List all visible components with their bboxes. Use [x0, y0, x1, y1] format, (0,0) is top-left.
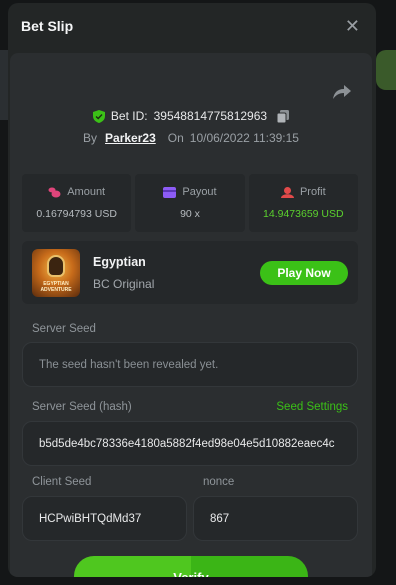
client-seed-field[interactable]: HCPwiBHTQdMd37 [22, 496, 187, 541]
server-seed-field[interactable]: The seed hasn't been revealed yet. [22, 342, 358, 387]
server-seed-label: Server Seed [32, 323, 96, 335]
shield-check-icon [92, 109, 105, 123]
stat-profit-label-row: Profit [280, 186, 326, 198]
stat-profit: Profit 14.9473659 USD [248, 174, 358, 232]
game-thumb-text: EGYPTIAN ADVENTURE [40, 280, 72, 293]
bet-id-value: 39548814775812963 [153, 109, 268, 123]
play-now-button[interactable]: Play Now [260, 260, 348, 285]
nonce-field[interactable]: 867 [193, 496, 358, 541]
stat-profit-label: Profit [299, 186, 326, 198]
modal-title: Bet Slip [21, 18, 74, 34]
stat-payout-value: 90 x [180, 208, 200, 220]
verify-button[interactable]: Verify [74, 556, 308, 577]
bet-details-panel: Bet ID: 39548814775812963 By Parker23 On… [10, 53, 372, 577]
pharaoh-face-icon [47, 254, 65, 277]
server-seed-hash-label: Server Seed (hash) [32, 401, 132, 413]
close-icon[interactable]: ✕ [345, 17, 360, 35]
copy-icon[interactable] [277, 109, 290, 123]
on-label: On [167, 131, 184, 145]
bet-stats: Amount 0.16794793 USD Payout 90 x Profit… [22, 174, 358, 232]
bet-slip-modal: Bet Slip ✕ Bet ID: 39548814775812963 By … [8, 3, 376, 577]
client-seed-label: Client Seed [32, 476, 92, 488]
stat-amount-label-row: Amount [48, 186, 105, 198]
game-info: Egyptian BC Original [93, 255, 260, 291]
game-card: EGYPTIAN ADVENTURE Egyptian BC Original … [22, 241, 358, 304]
seed-settings-link[interactable]: Seed Settings [276, 401, 348, 413]
stat-amount-value: 0.16794793 USD [36, 208, 117, 220]
username-link[interactable]: Parker23 [105, 131, 156, 145]
modal-header: Bet Slip ✕ [8, 3, 376, 49]
server-seed-hash-field[interactable]: b5d5de4bc78336e4180a5882f4ed98e04e5d1088… [22, 421, 358, 466]
bet-date: 10/06/2022 11:39:15 [189, 131, 299, 145]
by-label: By [83, 131, 98, 145]
bet-id-label: Bet ID: [110, 109, 148, 123]
card-icon [163, 186, 177, 198]
bet-id-row: Bet ID: 39548814775812963 [10, 109, 372, 123]
bet-author-row: By Parker23 On 10/06/2022 11:39:15 [10, 131, 372, 145]
nonce-label: nonce [203, 476, 235, 488]
stat-amount-label: Amount [67, 186, 106, 198]
game-name: Egyptian [93, 254, 146, 269]
stat-amount: Amount 0.16794793 USD [22, 174, 132, 232]
coins-icon [48, 187, 61, 197]
game-thumbnail[interactable]: EGYPTIAN ADVENTURE [32, 248, 80, 297]
profit-icon [280, 186, 294, 198]
stat-payout-label: Payout [182, 186, 217, 198]
stat-profit-value: 14.9473659 USD [263, 208, 344, 220]
share-icon[interactable] [332, 83, 352, 101]
backdrop-right-fragment [376, 50, 396, 90]
stat-payout: Payout 90 x [135, 174, 245, 232]
game-provider: BC Original [93, 276, 155, 291]
stat-payout-label-row: Payout [163, 186, 217, 198]
